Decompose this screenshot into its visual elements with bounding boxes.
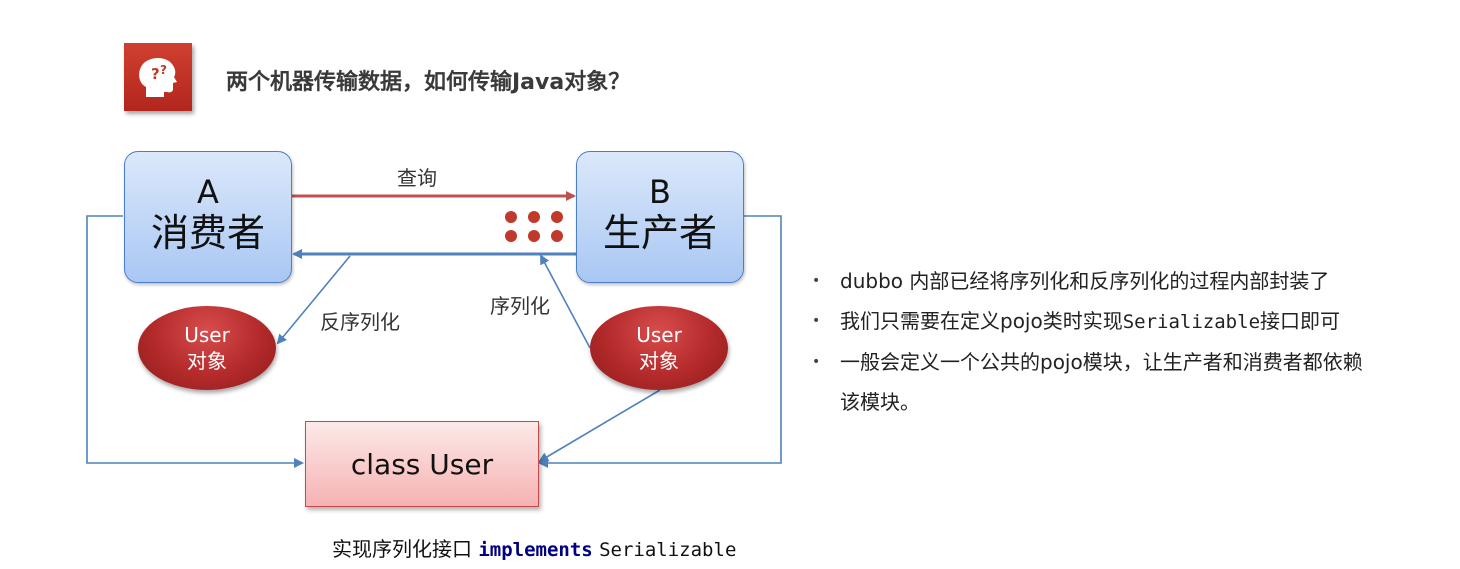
deserialize-label: 反序列化: [320, 310, 400, 334]
bullet-icon: •: [812, 354, 821, 370]
consumer-role: 消费者: [150, 211, 265, 255]
bullet-text-line1: 一般会定义一个公共的pojo模块，让生产者和消费者都依赖: [840, 350, 1363, 374]
serialize-label: 序列化: [490, 294, 550, 318]
bullet-text: dubbo 内部已经将序列化和反序列化的过程内部封装了: [840, 269, 1330, 293]
list-item: • dubbo 内部已经将序列化和反序列化的过程内部封装了: [812, 261, 1432, 301]
user-object-provider-line1: User: [636, 323, 682, 347]
bullet-icon: •: [812, 313, 821, 329]
bullet-text-before: 我们只需要在定义pojo类时实现: [840, 309, 1123, 333]
bullet-text-after: 接口即可: [1260, 309, 1341, 333]
consumer-letter: A: [197, 173, 219, 211]
user-object-consumer-line2: 对象: [187, 349, 227, 373]
bullet-text-line2: 该模块。: [840, 390, 920, 414]
user-object-provider-line2: 对象: [639, 349, 679, 373]
user-object-consumer-line1: User: [184, 323, 230, 347]
consumer-node: A 消费者: [124, 151, 292, 283]
bullet-icon: •: [812, 273, 821, 289]
object-to-class-arrow: [538, 389, 661, 463]
provider-node: B 生产者: [576, 151, 744, 283]
user-object-consumer: User 对象: [138, 306, 276, 390]
caption-keyword: implements: [478, 539, 593, 561]
data-packets: [505, 211, 563, 242]
caption-prefix: 实现序列化接口: [332, 537, 472, 561]
list-item: • 一般会定义一个公共的pojo模块，让生产者和消费者都依赖 该模块。: [812, 342, 1432, 422]
user-object-provider: User 对象: [590, 306, 728, 390]
query-label: 查询: [397, 166, 437, 190]
list-item: • 我们只需要在定义pojo类时实现Serializable接口即可: [812, 301, 1432, 342]
bullet-code: Serializable: [1122, 311, 1261, 333]
notes-list: • dubbo 内部已经将序列化和反序列化的过程内部封装了 • 我们只需要在定义…: [812, 261, 1432, 422]
caption-interface: Serializable: [599, 539, 737, 561]
serializable-caption: 实现序列化接口 implements Serializable: [332, 533, 736, 562]
provider-role: 生产者: [602, 211, 717, 255]
provider-letter: B: [649, 173, 671, 211]
class-user-box: class User: [305, 421, 539, 507]
